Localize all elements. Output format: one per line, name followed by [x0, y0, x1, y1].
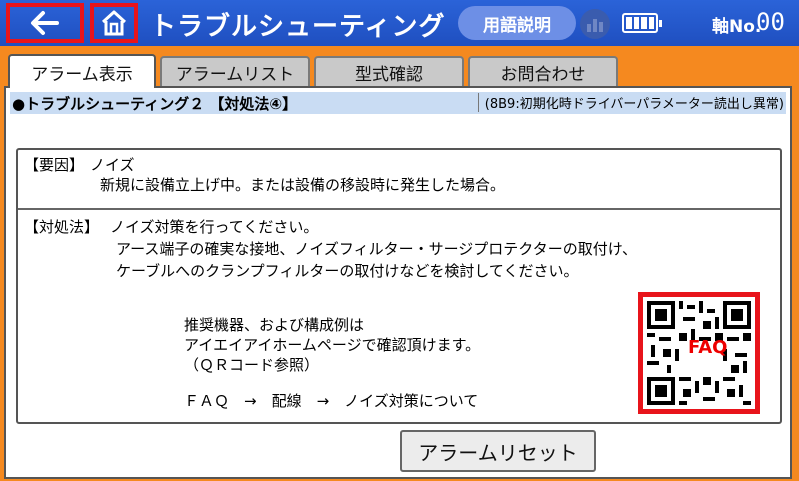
- alarm-panel: ●トラブルシューティング２ 【対処法④】 (8B9:初期化時ドライバーパラメータ…: [4, 86, 792, 479]
- alarm-code: (8B9:初期化時ドライバーパラメーター読出し異常): [477, 93, 784, 112]
- back-arrow-icon: [31, 11, 59, 35]
- note-line: （ＱＲコード参照）: [184, 356, 320, 374]
- monitor-chart-icon[interactable]: [580, 9, 610, 39]
- note-line: アイエイアイホームページで確認頂けます。: [184, 336, 481, 354]
- remedy-label: 【対処法】: [24, 218, 100, 236]
- tab-inquiry[interactable]: お問合わせ: [468, 56, 618, 86]
- alarm-reset-button[interactable]: アラームリセット: [400, 430, 596, 472]
- remedy-heading: ノイズ対策を行ってください。: [110, 218, 319, 236]
- remedy-line: ケーブルへのクランプフィルターの取付けなどを検討してください。: [116, 262, 579, 280]
- note-line: 推奨機器、および構成例は: [184, 316, 365, 334]
- tab-alarm-display[interactable]: アラーム表示: [8, 54, 156, 88]
- home-button[interactable]: [90, 3, 138, 43]
- cause-heading: ノイズ: [90, 156, 135, 174]
- home-icon: [101, 10, 127, 36]
- cause-label: 【要因】: [24, 156, 85, 174]
- tab-model-check[interactable]: 型式確認: [314, 56, 464, 86]
- page-title: トラブルシューティング: [150, 12, 446, 42]
- qr-overlay-text: FAQ: [688, 337, 728, 358]
- section-divider: [18, 208, 780, 210]
- faq-path: ＦＡＱ → 配線 → ノイズ対策について: [184, 392, 479, 410]
- glossary-button[interactable]: 用語説明: [458, 6, 576, 40]
- battery-icon: [622, 13, 662, 33]
- back-button[interactable]: [6, 3, 84, 43]
- remedy-line: アース端子の確実な接地、ノイズフィルター・サージプロテクターの取付け、: [116, 240, 637, 258]
- qr-code-icon[interactable]: FAQ: [638, 292, 760, 414]
- header-bar: トラブルシューティング 用語説明 軸No. 00: [0, 0, 799, 46]
- section-title: ●トラブルシューティング２ 【対処法④】: [12, 95, 298, 113]
- tab-alarm-list[interactable]: アラームリスト: [160, 56, 310, 86]
- section-header: ●トラブルシューティング２ 【対処法④】 (8B9:初期化時ドライバーパラメータ…: [10, 92, 786, 114]
- axis-number-value: 00: [756, 8, 785, 36]
- cause-detail: 新規に設備立上げ中。または設備の移設時に発生した場合。: [100, 176, 506, 194]
- axis-number-label: 軸No.: [712, 17, 762, 37]
- troubleshoot-box: 【要因】 ノイズ 新規に設備立上げ中。または設備の移設時に発生した場合。 【対処…: [16, 148, 782, 424]
